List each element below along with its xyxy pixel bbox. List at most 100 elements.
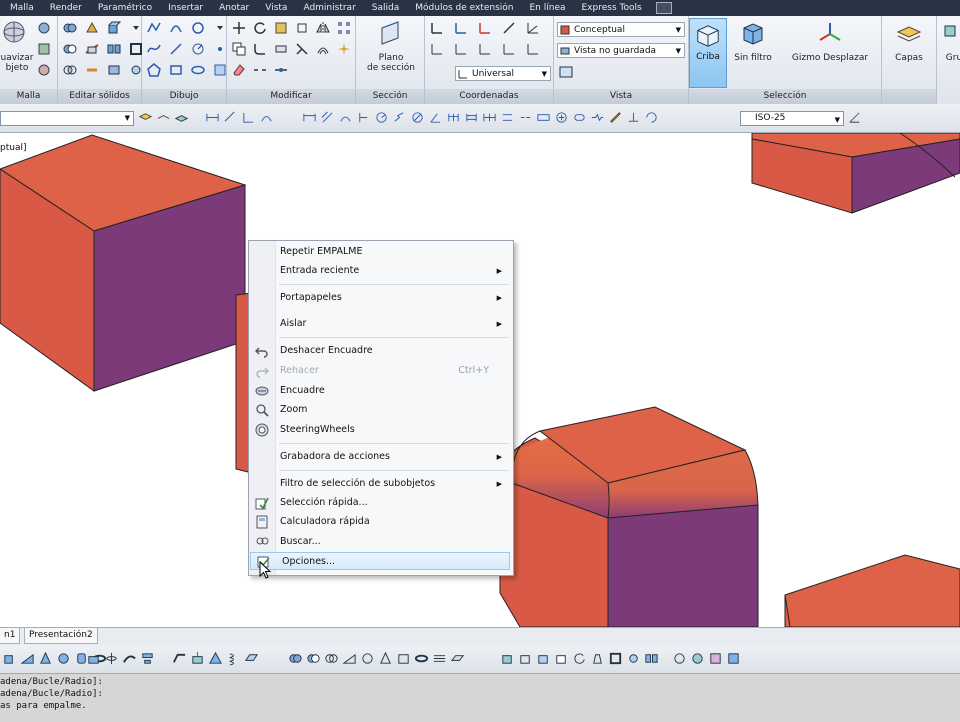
menu-item-steeringwheels[interactable]: SteeringWheels bbox=[249, 421, 511, 439]
panel-title-editar-solidos[interactable]: Editar sólidos bbox=[58, 89, 141, 104]
ribbon-minimize-button[interactable] bbox=[655, 2, 672, 14]
panel-title-dibujo[interactable]: Dibujo bbox=[142, 89, 226, 104]
suavizar-objeto-button[interactable]: uavizar bjeto bbox=[0, 20, 34, 73]
mesh-smooth-more-icon[interactable] bbox=[36, 62, 52, 78]
box-icon[interactable] bbox=[2, 651, 17, 666]
panel-title-vista[interactable]: Vista bbox=[554, 89, 688, 104]
intersect-icon[interactable] bbox=[62, 62, 78, 78]
ucs-3point-icon[interactable] bbox=[525, 20, 541, 36]
command-line[interactable]: adena/Bucle/Radio]: adena/Bucle/Radio]: … bbox=[0, 674, 960, 722]
region-icon[interactable] bbox=[212, 62, 228, 78]
named-view-combo[interactable]: Vista no guardada ▼ bbox=[557, 43, 685, 58]
ucs-z-icon[interactable] bbox=[501, 20, 517, 36]
center-mark-icon[interactable] bbox=[554, 110, 569, 125]
dimension-style-combo[interactable]: ISO-25 ▼ bbox=[740, 111, 844, 126]
panel-title-capas[interactable] bbox=[882, 89, 936, 104]
tolerance-icon[interactable] bbox=[536, 110, 551, 125]
visual-style-combo[interactable]: Conceptual ▼ bbox=[557, 22, 685, 37]
tab-parametrico[interactable]: Paramétrico bbox=[90, 0, 160, 16]
tab-layout1[interactable]: n1 bbox=[0, 628, 21, 644]
capas-button[interactable]: Capas bbox=[888, 20, 930, 63]
separate-small-icon[interactable] bbox=[644, 651, 659, 666]
move-face-icon[interactable] bbox=[518, 651, 533, 666]
mirror-icon[interactable] bbox=[315, 20, 331, 36]
arc-length-icon[interactable] bbox=[259, 110, 274, 125]
ucs-face-icon[interactable] bbox=[453, 41, 469, 57]
criba-button[interactable]: Criba bbox=[689, 18, 727, 88]
quick-dim-icon[interactable] bbox=[446, 110, 461, 125]
trim-icon[interactable] bbox=[294, 41, 310, 57]
fillet-icon[interactable] bbox=[252, 41, 268, 57]
circle-icon[interactable] bbox=[190, 20, 206, 36]
tab-administrar[interactable]: Administrar bbox=[295, 0, 363, 16]
solid-edit-icon[interactable] bbox=[84, 20, 100, 36]
wedge-small-icon[interactable] bbox=[342, 651, 357, 666]
union-small-icon[interactable] bbox=[288, 651, 303, 666]
shell-small-icon[interactable] bbox=[608, 651, 623, 666]
presspull-icon[interactable] bbox=[190, 651, 205, 666]
sphere-icon[interactable] bbox=[56, 651, 71, 666]
tab-anotar[interactable]: Anotar bbox=[211, 0, 257, 16]
intersect-small-icon[interactable] bbox=[324, 651, 339, 666]
dim-radius-icon[interactable] bbox=[374, 110, 389, 125]
cube-solid[interactable] bbox=[784, 554, 960, 627]
cone-small-icon[interactable] bbox=[378, 651, 393, 666]
visual-styles-icon[interactable] bbox=[726, 651, 741, 666]
sin-filtro-button[interactable]: Sin filtro bbox=[731, 20, 775, 63]
navigate-icon[interactable] bbox=[672, 651, 687, 666]
baseline-dim-icon[interactable] bbox=[464, 110, 479, 125]
arc-3d-icon[interactable] bbox=[168, 20, 184, 36]
stretch-icon[interactable] bbox=[273, 41, 289, 57]
taper-face-icon[interactable] bbox=[590, 651, 605, 666]
copy-icon[interactable] bbox=[231, 41, 247, 57]
ucs-world-icon[interactable] bbox=[453, 20, 469, 36]
tab-presentacion2[interactable]: Presentación2 bbox=[24, 628, 98, 644]
ucs-icon[interactable] bbox=[429, 20, 445, 36]
dim-update-icon[interactable] bbox=[644, 110, 659, 125]
panel-title-seccion[interactable]: Sección bbox=[356, 89, 424, 104]
dim-arc-icon[interactable] bbox=[338, 110, 353, 125]
menu-item-rehacer[interactable]: Rehacer Ctrl+Y bbox=[249, 362, 511, 380]
ellipse-icon[interactable] bbox=[190, 62, 206, 78]
subtract-small-icon[interactable] bbox=[306, 651, 321, 666]
ucs-object-icon[interactable] bbox=[525, 41, 541, 57]
sphere-small-icon[interactable] bbox=[360, 651, 375, 666]
coordinate-system-combo[interactable]: Universal ▼ bbox=[455, 66, 551, 81]
rotate-face-icon[interactable] bbox=[572, 651, 587, 666]
dim-aligned-icon[interactable] bbox=[320, 110, 335, 125]
tab-salida[interactable]: Salida bbox=[364, 0, 407, 16]
tab-render[interactable]: Render bbox=[42, 0, 90, 16]
helix-icon[interactable] bbox=[190, 41, 206, 57]
tab-insertar[interactable]: Insertar bbox=[160, 0, 211, 16]
menu-item-opciones[interactable]: Opciones... bbox=[250, 552, 510, 570]
polysolid-icon[interactable] bbox=[172, 651, 187, 666]
menu-item-portapapeles[interactable]: Portapapeles ▶ bbox=[249, 289, 511, 307]
viewport-config-icon[interactable] bbox=[558, 64, 574, 80]
menu-item-seleccion-rapida[interactable]: Selección rápida... bbox=[249, 494, 511, 512]
break-icon[interactable] bbox=[252, 62, 268, 78]
gizmo-desplazar-button[interactable]: Gizmo Desplazar bbox=[787, 20, 873, 63]
union-icon[interactable] bbox=[62, 20, 78, 36]
dim-linear-icon[interactable] bbox=[302, 110, 317, 125]
dim-angular-icon[interactable] bbox=[428, 110, 443, 125]
delete-face-icon[interactable] bbox=[554, 651, 569, 666]
spline-icon[interactable] bbox=[146, 41, 162, 57]
pyramid-icon[interactable] bbox=[208, 651, 223, 666]
sweep-icon[interactable] bbox=[122, 651, 137, 666]
offset-face-icon[interactable] bbox=[536, 651, 551, 666]
ucs-origin-icon[interactable] bbox=[477, 20, 493, 36]
cone-icon[interactable] bbox=[38, 651, 53, 666]
menu-item-aislar[interactable]: Aislar ▶ bbox=[249, 315, 511, 333]
align-3d-icon[interactable] bbox=[273, 20, 289, 36]
tab-vista[interactable]: Vista bbox=[257, 0, 295, 16]
helix-3d-icon[interactable] bbox=[226, 651, 241, 666]
explode-icon[interactable] bbox=[336, 41, 352, 57]
erase-icon[interactable] bbox=[231, 62, 247, 78]
dim-break-icon[interactable] bbox=[518, 110, 533, 125]
dimension-style-icon[interactable] bbox=[847, 110, 862, 125]
line-icon[interactable] bbox=[168, 41, 184, 57]
offset-icon[interactable] bbox=[315, 41, 331, 57]
tab-malla[interactable]: Malla bbox=[0, 0, 42, 16]
layer-previous-icon[interactable] bbox=[156, 110, 171, 125]
layer-properties-icon[interactable] bbox=[138, 110, 153, 125]
